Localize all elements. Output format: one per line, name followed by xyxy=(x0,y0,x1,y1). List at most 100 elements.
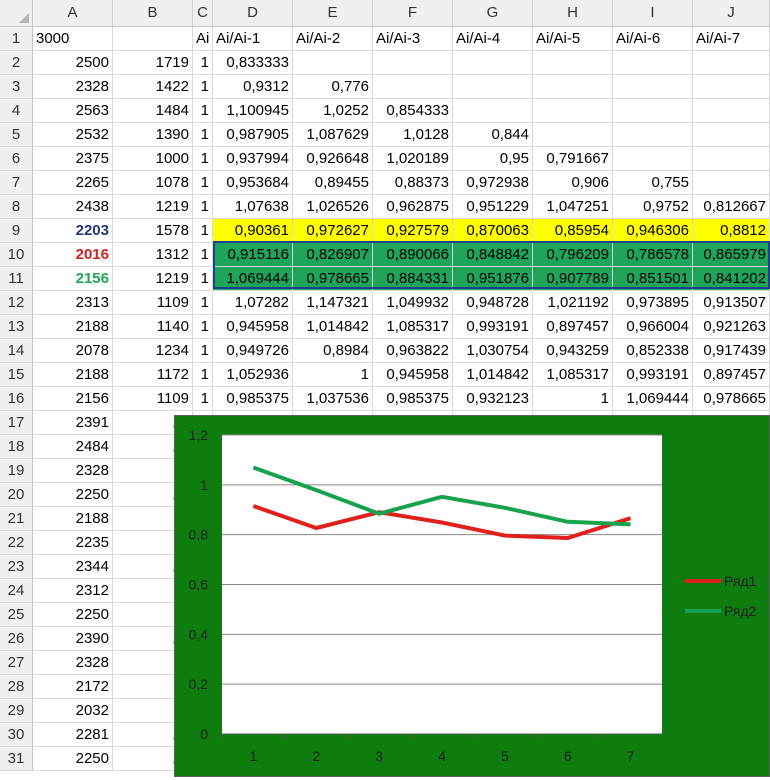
cell-a2[interactable]: 2500 xyxy=(33,51,113,74)
column-header-g[interactable]: G xyxy=(453,0,533,26)
cell-a28[interactable]: 2172 xyxy=(33,675,113,698)
cell-d15[interactable]: 1,052936 xyxy=(213,363,293,386)
cell-a22[interactable]: 2235 xyxy=(33,531,113,554)
cell-f5[interactable]: 1,0128 xyxy=(373,123,453,146)
row-header[interactable]: 27 xyxy=(0,651,33,674)
cell-e3[interactable]: 0,776 xyxy=(293,75,373,98)
cell-g4[interactable] xyxy=(453,99,533,122)
cell-i10[interactable]: 0,786578 xyxy=(613,243,693,266)
row-header[interactable]: 26 xyxy=(0,627,33,650)
cell-d1[interactable]: Ai/Ai-1 xyxy=(213,27,293,50)
select-all-corner[interactable] xyxy=(0,0,33,26)
cell-e6[interactable]: 0,926648 xyxy=(293,147,373,170)
cell-a6[interactable]: 2375 xyxy=(33,147,113,170)
cell-b10[interactable]: 1312 xyxy=(113,243,193,266)
row-header[interactable]: 29 xyxy=(0,699,33,722)
cell-b9[interactable]: 1578 xyxy=(113,219,193,242)
cell-j16[interactable]: 0,978665 xyxy=(693,387,770,410)
cell-g16[interactable]: 0,932123 xyxy=(453,387,533,410)
column-header-c[interactable]: C xyxy=(193,0,213,26)
row-header[interactable]: 9 xyxy=(0,219,33,242)
cell-b2[interactable]: 1719 xyxy=(113,51,193,74)
cell-d7[interactable]: 0,953684 xyxy=(213,171,293,194)
cell-g1[interactable]: Ai/Ai-4 xyxy=(453,27,533,50)
cell-j7[interactable] xyxy=(693,171,770,194)
cell-j10[interactable]: 0,865979 xyxy=(693,243,770,266)
row-header[interactable]: 14 xyxy=(0,339,33,362)
cell-f8[interactable]: 0,962875 xyxy=(373,195,453,218)
cell-f10[interactable]: 0,890066 xyxy=(373,243,453,266)
cell-i4[interactable] xyxy=(613,99,693,122)
cell-c10[interactable]: 1 xyxy=(193,243,213,266)
row-header[interactable]: 12 xyxy=(0,291,33,314)
cell-a25[interactable]: 2250 xyxy=(33,603,113,626)
row-header[interactable]: 1 xyxy=(0,27,33,50)
cell-b11[interactable]: 1219 xyxy=(113,267,193,290)
cell-g2[interactable] xyxy=(453,51,533,74)
column-header-f[interactable]: F xyxy=(373,0,453,26)
cell-a21[interactable]: 2188 xyxy=(33,507,113,530)
cell-j11[interactable]: 0,841202 xyxy=(693,267,770,290)
cell-j14[interactable]: 0,917439 xyxy=(693,339,770,362)
cell-h16[interactable]: 1 xyxy=(533,387,613,410)
cell-h2[interactable] xyxy=(533,51,613,74)
cell-i11[interactable]: 0,851501 xyxy=(613,267,693,290)
row-header[interactable]: 20 xyxy=(0,483,33,506)
cell-h3[interactable] xyxy=(533,75,613,98)
cell-d10[interactable]: 0,915116 xyxy=(213,243,293,266)
cell-j2[interactable] xyxy=(693,51,770,74)
cell-a18[interactable]: 2484 xyxy=(33,435,113,458)
cell-a4[interactable]: 2563 xyxy=(33,99,113,122)
cell-a10[interactable]: 2016 xyxy=(33,243,113,266)
row-header[interactable]: 11 xyxy=(0,267,33,290)
cell-g11[interactable]: 0,951876 xyxy=(453,267,533,290)
row-header[interactable]: 16 xyxy=(0,387,33,410)
cell-i8[interactable]: 0,9752 xyxy=(613,195,693,218)
cell-a29[interactable]: 2032 xyxy=(33,699,113,722)
cell-a15[interactable]: 2188 xyxy=(33,363,113,386)
cell-f15[interactable]: 0,945958 xyxy=(373,363,453,386)
cell-j9[interactable]: 0,8812 xyxy=(693,219,770,242)
cell-e8[interactable]: 1,026526 xyxy=(293,195,373,218)
cell-f2[interactable] xyxy=(373,51,453,74)
cell-c11[interactable]: 1 xyxy=(193,267,213,290)
cell-d14[interactable]: 0,949726 xyxy=(213,339,293,362)
cell-b13[interactable]: 1140 xyxy=(113,315,193,338)
cell-h1[interactable]: Ai/Ai-5 xyxy=(533,27,613,50)
row-header[interactable]: 8 xyxy=(0,195,33,218)
cell-d6[interactable]: 0,937994 xyxy=(213,147,293,170)
cell-d9[interactable]: 0,90361 xyxy=(213,219,293,242)
cell-e4[interactable]: 1,0252 xyxy=(293,99,373,122)
cell-c9[interactable]: 1 xyxy=(193,219,213,242)
cell-h13[interactable]: 0,897457 xyxy=(533,315,613,338)
cell-h15[interactable]: 1,085317 xyxy=(533,363,613,386)
cell-a20[interactable]: 2250 xyxy=(33,483,113,506)
row-header[interactable]: 6 xyxy=(0,147,33,170)
column-header-d[interactable]: D xyxy=(213,0,293,26)
cell-i13[interactable]: 0,966004 xyxy=(613,315,693,338)
cell-c13[interactable]: 1 xyxy=(193,315,213,338)
cell-a30[interactable]: 2281 xyxy=(33,723,113,746)
cell-d11[interactable]: 1,069444 xyxy=(213,267,293,290)
line-chart[interactable]: 0 0,2 0,4 0,6 0,8 1 1,2 1 2 3 4 5 6 7 Ряд1 Ряд2 xyxy=(174,415,770,777)
cell-i14[interactable]: 0,852338 xyxy=(613,339,693,362)
cell-g12[interactable]: 0,948728 xyxy=(453,291,533,314)
cell-g8[interactable]: 0,951229 xyxy=(453,195,533,218)
row-header[interactable]: 24 xyxy=(0,579,33,602)
cell-e14[interactable]: 0,8984 xyxy=(293,339,373,362)
cell-e15[interactable]: 1 xyxy=(293,363,373,386)
cell-i5[interactable] xyxy=(613,123,693,146)
cell-a11[interactable]: 2156 xyxy=(33,267,113,290)
cell-a17[interactable]: 2391 xyxy=(33,411,113,434)
cell-i6[interactable] xyxy=(613,147,693,170)
cell-a9[interactable]: 2203 xyxy=(33,219,113,242)
cell-f3[interactable] xyxy=(373,75,453,98)
cell-a27[interactable]: 2328 xyxy=(33,651,113,674)
cell-e11[interactable]: 0,978665 xyxy=(293,267,373,290)
row-header[interactable]: 21 xyxy=(0,507,33,530)
cell-g13[interactable]: 0,993191 xyxy=(453,315,533,338)
cell-d5[interactable]: 0,987905 xyxy=(213,123,293,146)
cell-e16[interactable]: 1,037536 xyxy=(293,387,373,410)
cell-i1[interactable]: Ai/Ai-6 xyxy=(613,27,693,50)
cell-b8[interactable]: 1219 xyxy=(113,195,193,218)
